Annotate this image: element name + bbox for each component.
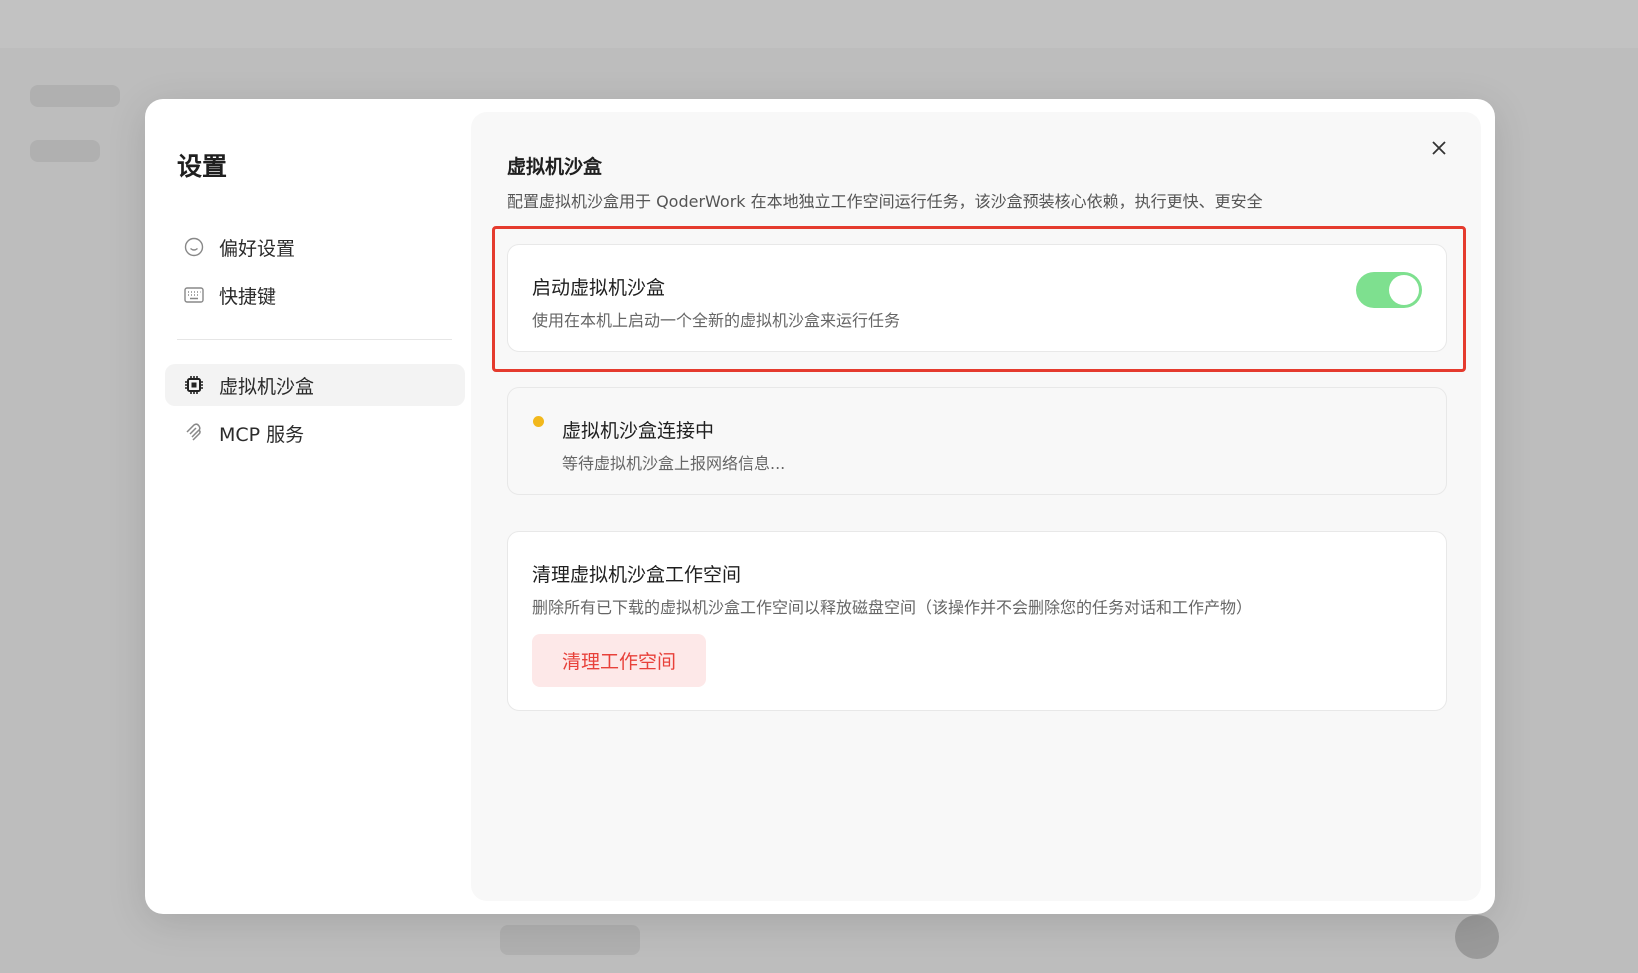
keyboard-icon [183, 284, 205, 306]
nav-item-label: 快捷键 [219, 285, 277, 308]
cleanup-workspace-card: 清理虚拟机沙盒工作空间 删除所有已下载的虚拟机沙盒工作空间以释放磁盘空间（该操作… [507, 531, 1447, 711]
card-description: 删除所有已下载的虚拟机沙盒工作空间以释放磁盘空间（该操作并不会删除您的任务对话和… [532, 598, 1253, 617]
mcp-icon [183, 422, 205, 444]
nav-item-label: 偏好设置 [219, 237, 296, 260]
enable-sandbox-card: 启动虚拟机沙盒 使用在本机上启动一个全新的虚拟机沙盒来运行任务 [507, 244, 1447, 352]
nav-item-shortcuts[interactable]: 快捷键 [165, 274, 465, 316]
cleanup-workspace-button[interactable]: 清理工作空间 [532, 634, 706, 687]
settings-modal: 设置 偏好设置 快捷键 虚拟机沙盒 MCP 服务 虚拟机沙盒 配置虚拟机沙盒用于… [145, 99, 1495, 914]
nav-divider [177, 339, 452, 340]
section-description: 配置虚拟机沙盒用于 QoderWork 在本地独立工作空间运行任务，该沙盒预装核… [507, 192, 1263, 211]
nav-item-mcp[interactable]: MCP 服务 [165, 412, 465, 454]
smile-icon [183, 236, 205, 258]
card-description: 使用在本机上启动一个全新的虚拟机沙盒来运行任务 [532, 311, 901, 330]
modal-title: 设置 [177, 152, 228, 181]
background-avatar [1455, 915, 1499, 959]
content-panel: 虚拟机沙盒 配置虚拟机沙盒用于 QoderWork 在本地独立工作空间运行任务，… [471, 112, 1481, 901]
card-description: 等待虚拟机沙盒上报网络信息... [562, 454, 786, 473]
background-sidebar-item [30, 140, 100, 162]
toggle-knob [1389, 275, 1419, 305]
status-dot-icon [533, 416, 544, 427]
chip-icon [183, 374, 205, 396]
nav-item-vm-sandbox[interactable]: 虚拟机沙盒 [165, 364, 465, 406]
card-title: 启动虚拟机沙盒 [532, 277, 666, 299]
connection-status-card: 虚拟机沙盒连接中 等待虚拟机沙盒上报网络信息... [507, 387, 1447, 495]
nav-item-label: MCP 服务 [219, 423, 305, 446]
card-title: 清理虚拟机沙盒工作空间 [532, 564, 742, 586]
enable-sandbox-toggle[interactable] [1356, 272, 1422, 308]
background-sidebar-item [30, 85, 120, 107]
card-title: 虚拟机沙盒连接中 [562, 420, 715, 442]
nav-item-label: 虚拟机沙盒 [219, 375, 315, 398]
close-icon [1431, 140, 1447, 160]
background-topbar [0, 0, 1638, 48]
nav-item-preferences[interactable]: 偏好设置 [165, 226, 465, 268]
close-button[interactable] [1425, 136, 1453, 164]
background-input [500, 925, 640, 955]
section-title: 虚拟机沙盒 [507, 156, 603, 178]
